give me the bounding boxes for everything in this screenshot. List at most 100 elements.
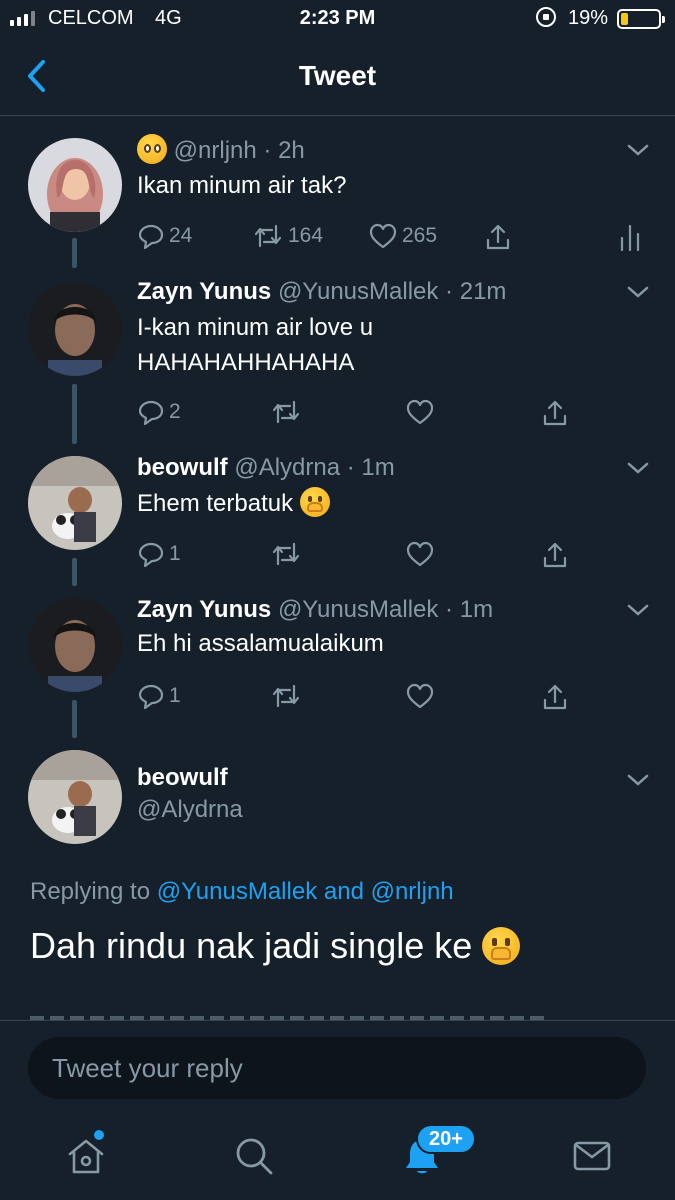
tweet-author-name[interactable]: beowulf: [137, 454, 228, 481]
tweet-text: Ikan minum air tak?: [137, 172, 347, 199]
analytics-button[interactable]: [618, 222, 642, 252]
avatar[interactable]: [28, 598, 122, 692]
carrier-name: CELCOM: [48, 7, 134, 29]
replying-to: Replying to @YunusMallek and @nrljnh: [30, 878, 454, 906]
tweet-text-line: I-kan minum air love u: [137, 314, 374, 341]
share-icon: [543, 684, 567, 710]
network-type: 4G: [155, 7, 182, 29]
reply-input[interactable]: [28, 1037, 646, 1099]
retweet-count: 164: [288, 224, 324, 247]
page-title: Tweet: [298, 60, 377, 91]
tweet-text: I-kan minum air love u HAHAHAHHAHAHA: [137, 310, 373, 380]
main-tweet-handle[interactable]: @Alydrna: [137, 796, 243, 824]
retweet-button[interactable]: 164: [252, 222, 323, 250]
tweet-handle[interactable]: @nrljnh: [174, 137, 257, 164]
reply-button[interactable]: 24: [137, 222, 192, 250]
orientation-lock-icon: [536, 7, 556, 27]
share-button[interactable]: [540, 540, 570, 570]
tweet-header: @nrljnh · 2h: [137, 134, 305, 165]
tweet-text: Eh hi assalamualaikum: [137, 630, 384, 657]
reply-icon: [138, 224, 164, 250]
face-with-hand-over-mouth-emoji: [482, 927, 521, 965]
tweet-header: beowulf @Alydrna · 1m: [137, 454, 395, 481]
share-button[interactable]: [483, 222, 513, 252]
tweet-text-line: HAHAHAHHAHAHA: [137, 349, 355, 376]
tweet-handle[interactable]: @YunusMallek: [278, 278, 438, 305]
tweet-time: 1m: [361, 454, 395, 481]
reply-button[interactable]: 1: [137, 540, 181, 568]
retweet-icon: [272, 684, 300, 708]
tweet-item[interactable]: Zayn Yunus @YunusMallek · 1m Eh hi assal…: [0, 588, 675, 738]
like-count: 265: [402, 224, 438, 247]
author-name[interactable]: beowulf: [137, 764, 228, 791]
like-button[interactable]: [405, 540, 435, 568]
tweet-item[interactable]: beowulf @Alydrna · 1m Ehem terbatuk 1: [0, 446, 675, 588]
search-icon[interactable]: [232, 1134, 276, 1178]
heart-icon: [406, 541, 434, 567]
reply-count: 2: [169, 400, 181, 423]
chevron-down-icon[interactable]: [626, 284, 650, 300]
battery-icon: [617, 9, 665, 29]
reply-count: 24: [169, 224, 193, 247]
tweet-time: 21m: [459, 278, 507, 305]
main-tweet-text: Dah rindu nak jadi single ke: [30, 925, 521, 967]
reply-icon: [138, 684, 164, 710]
avatar[interactable]: [28, 138, 122, 232]
main-tweet-author-name[interactable]: beowulf: [137, 764, 228, 792]
home-icon[interactable]: [64, 1134, 108, 1178]
retweet-icon: [272, 542, 300, 566]
retweet-button[interactable]: [270, 398, 302, 426]
share-icon: [543, 400, 567, 426]
messages-icon[interactable]: [570, 1134, 614, 1178]
share-button[interactable]: [540, 398, 570, 428]
like-button[interactable]: [405, 682, 435, 710]
avatar[interactable]: [28, 282, 122, 376]
like-button[interactable]: [405, 398, 435, 426]
heart-icon: [406, 399, 434, 425]
tweet-text: Ehem terbatuk: [137, 486, 330, 521]
tweet-author-name[interactable]: Zayn Yunus: [137, 278, 271, 305]
reply-count: 1: [169, 542, 181, 565]
tweet-time: 1m: [459, 596, 494, 623]
chevron-down-icon[interactable]: [626, 460, 650, 476]
reply-bar: [0, 1020, 675, 1116]
tweet-handle[interactable]: @YunusMallek: [278, 596, 438, 623]
face-with-hand-over-mouth-emoji: [299, 487, 330, 517]
tweet-header: Zayn Yunus @YunusMallek · 1m: [137, 596, 494, 623]
retweet-button[interactable]: [270, 540, 302, 568]
retweet-icon: [254, 224, 282, 248]
tweet-header: Zayn Yunus @YunusMallek · 21m: [137, 278, 507, 305]
chevron-down-icon[interactable]: [626, 142, 650, 158]
heart-icon: [406, 683, 434, 709]
navigation-bar: Tweet: [0, 40, 675, 116]
reply-user-link[interactable]: @YunusMallek: [157, 878, 317, 905]
reply-button[interactable]: 1: [137, 682, 181, 710]
notifications-badge: 20+: [416, 1124, 476, 1154]
replying-prefix: Replying to: [30, 878, 151, 905]
chevron-down-icon[interactable]: [626, 772, 650, 788]
like-button[interactable]: 265: [368, 222, 437, 250]
tweet-text-body: Ehem terbatuk: [137, 490, 294, 517]
author-handle[interactable]: @Alydrna: [137, 796, 243, 823]
reply-button[interactable]: 2: [137, 398, 181, 426]
share-button[interactable]: [540, 682, 570, 712]
new-content-dot: [94, 1130, 104, 1140]
tweet-author-name[interactable]: Zayn Yunus: [137, 596, 271, 623]
main-tweet-body: Dah rindu nak jadi single ke: [30, 925, 473, 966]
chevron-down-icon[interactable]: [626, 602, 650, 618]
avatar[interactable]: [28, 456, 122, 550]
tweet-handle[interactable]: @Alydrna: [234, 454, 340, 481]
tweet-item[interactable]: Zayn Yunus @YunusMallek · 21m I-kan minu…: [0, 266, 675, 446]
tab-bar: [0, 1116, 675, 1200]
thread-line: [72, 558, 77, 586]
reply-user-link[interactable]: @nrljnh: [371, 878, 454, 905]
tweet-item[interactable]: @nrljnh · 2h Ikan minum air tak? 24 164 …: [0, 116, 675, 268]
reply-icon: [138, 400, 164, 426]
back-chevron-icon[interactable]: [22, 58, 52, 94]
avatar[interactable]: [28, 750, 122, 844]
heart-icon: [369, 223, 397, 249]
reply-icon: [138, 542, 164, 568]
share-icon: [543, 542, 567, 568]
retweet-button[interactable]: [270, 682, 302, 710]
reply-and[interactable]: and: [324, 878, 364, 905]
